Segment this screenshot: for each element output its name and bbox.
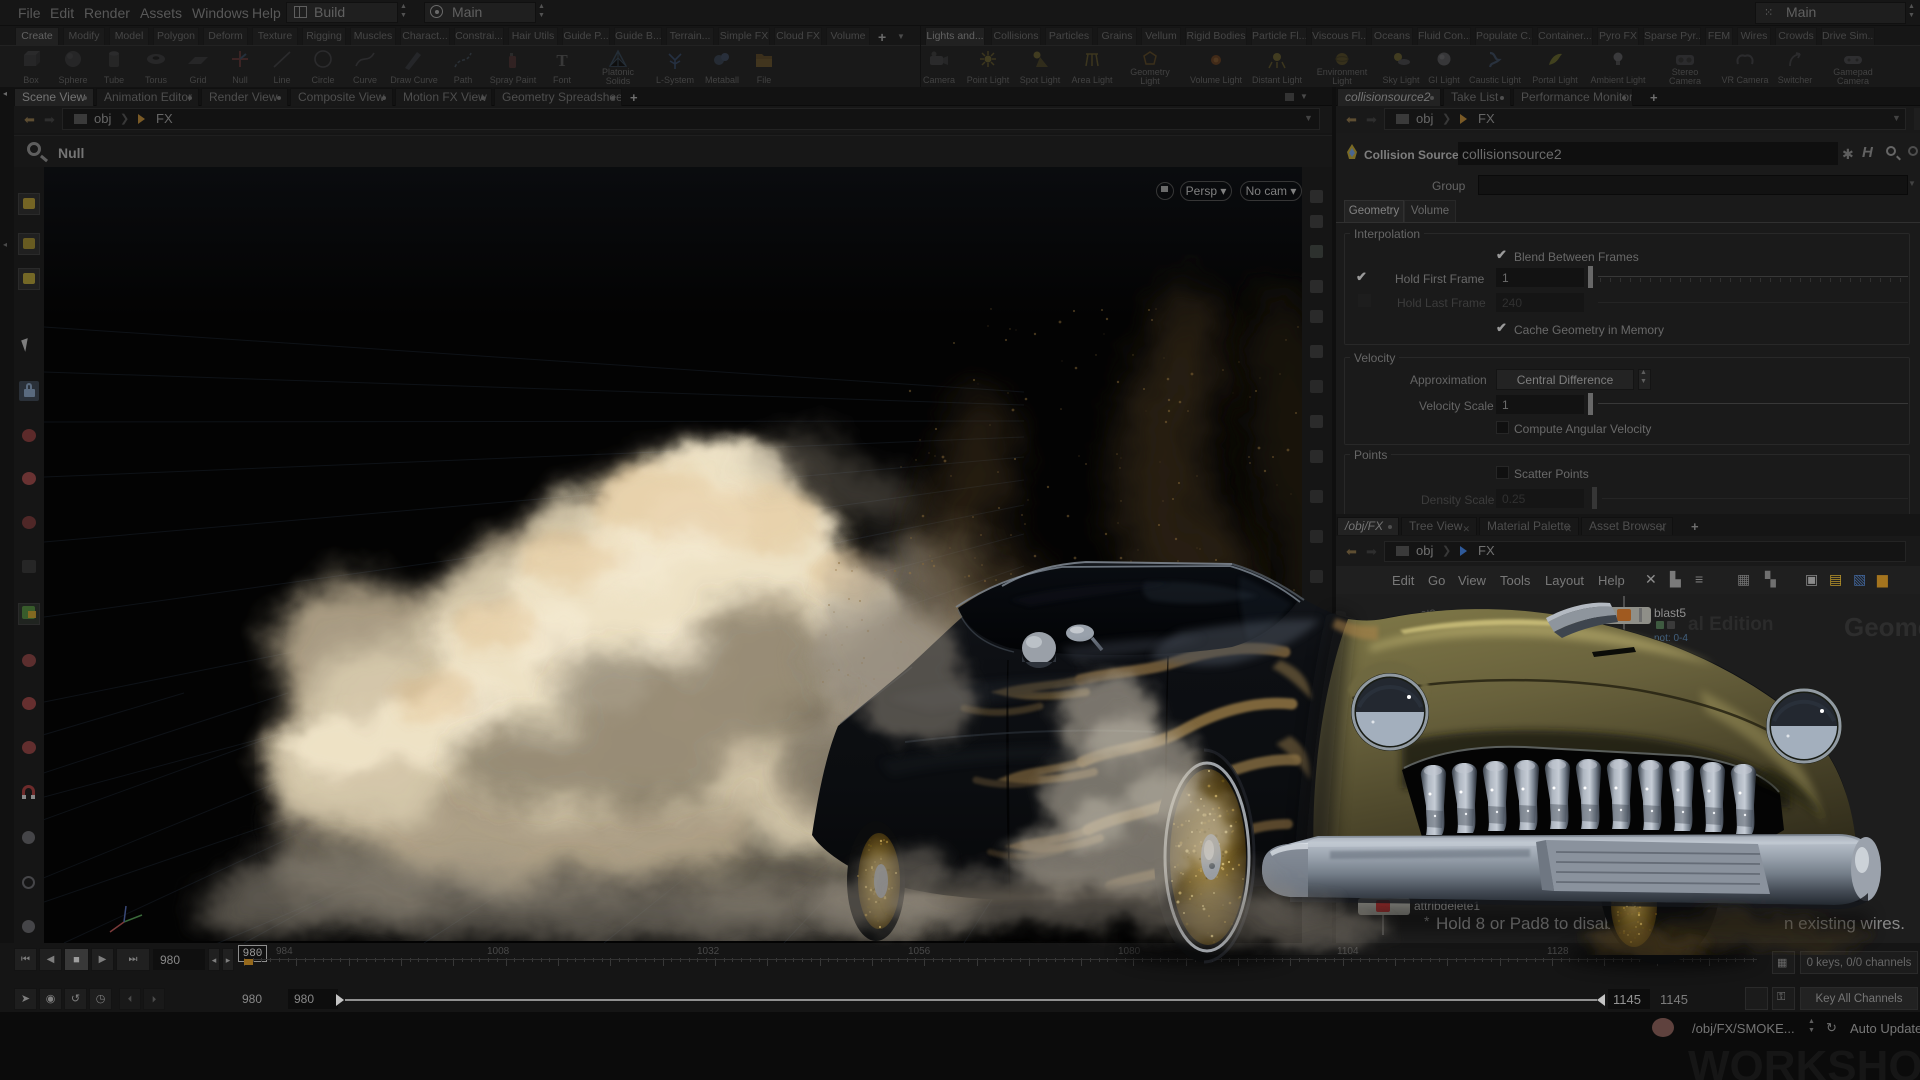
svg-text:T: T (556, 51, 568, 70)
